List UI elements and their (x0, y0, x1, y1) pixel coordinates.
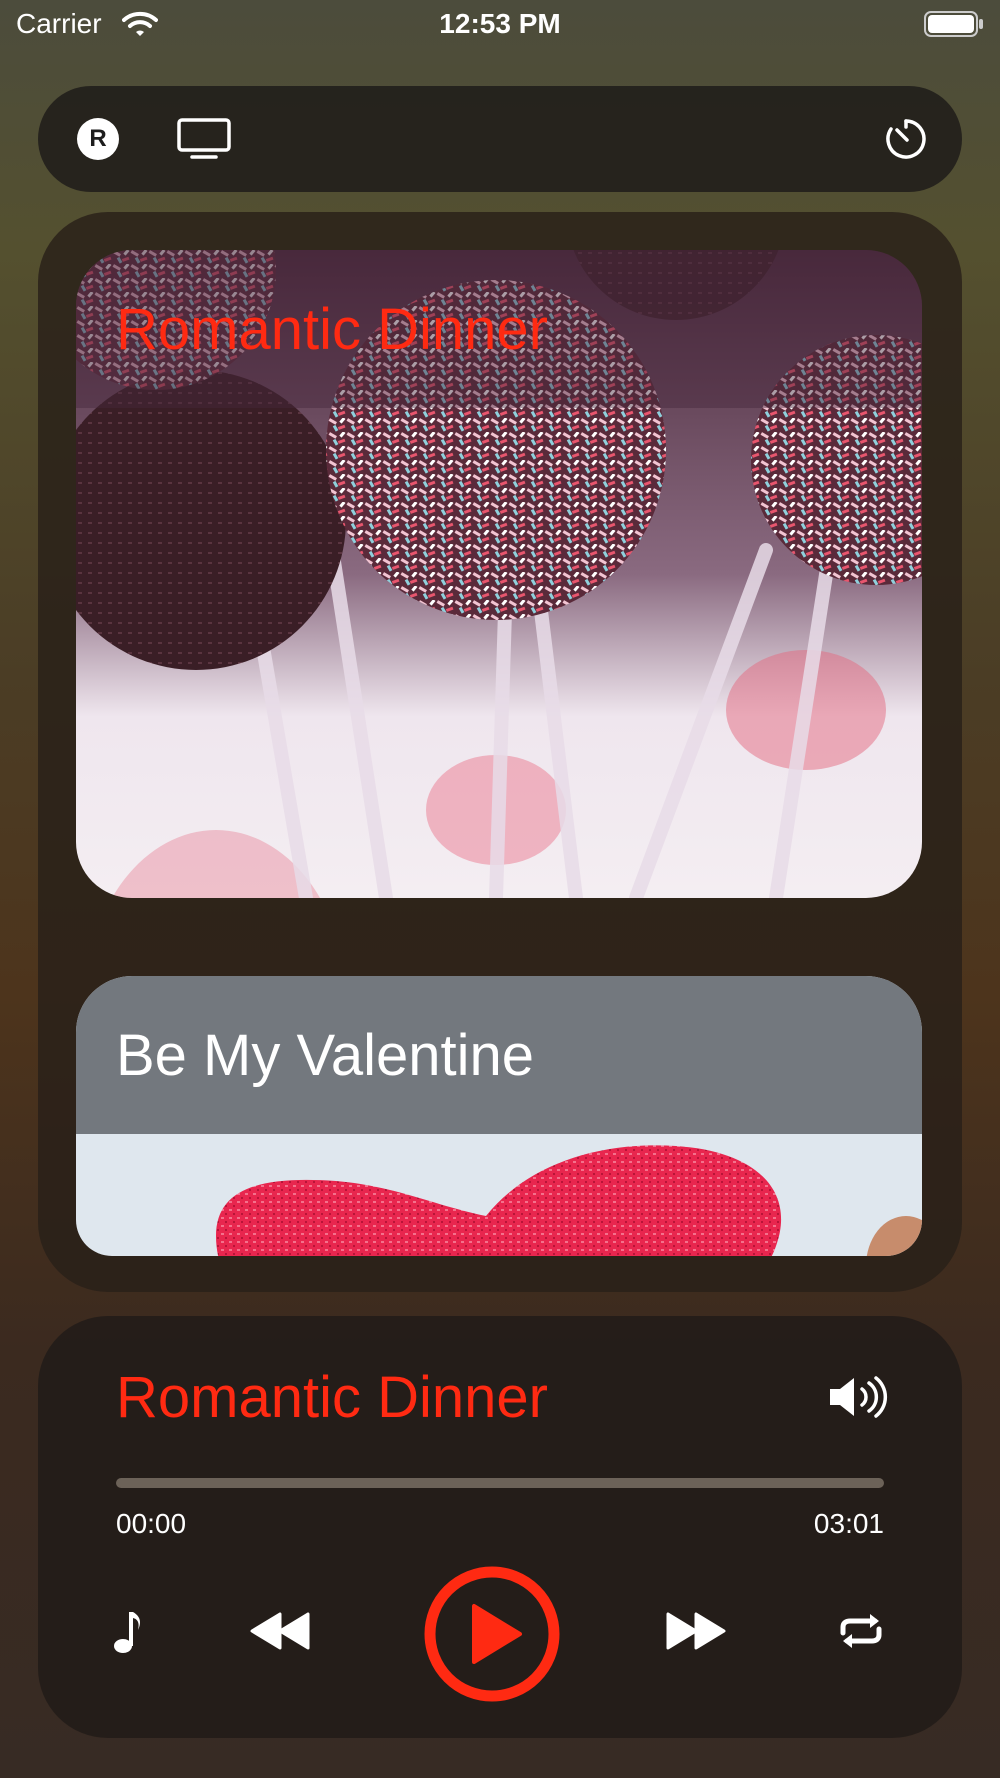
sleep-timer-button[interactable] (882, 86, 930, 192)
rewind-button[interactable] (250, 1608, 310, 1654)
play-icon (424, 1566, 560, 1702)
total-time: 03:01 (813, 1508, 884, 1539)
playlist-scroll[interactable]: Romantic Dinner Be My Valentine (76, 250, 922, 1256)
rewind-icon (250, 1612, 310, 1650)
playlist-item-be-my-valentine[interactable]: Be My Valentine (76, 976, 922, 1256)
playlist-item-title-bar: Romantic Dinner (76, 250, 922, 408)
r-logo-icon: R (77, 118, 119, 160)
playlist-item-title-bar: Be My Valentine (76, 976, 922, 1134)
playlist-item-title: Romantic Dinner (116, 296, 548, 362)
tv-icon (177, 118, 231, 159)
repeat-button[interactable] (836, 1608, 886, 1654)
top-toolbar: R (38, 86, 962, 192)
battery-icon (924, 11, 983, 37)
status-bar: Carrier 12:53 PM (0, 0, 1000, 52)
playlist-panel: Romantic Dinner Be My Valentine (38, 212, 962, 1292)
playlist-item-romantic-dinner[interactable]: Romantic Dinner (76, 250, 922, 898)
fast-forward-button[interactable] (666, 1608, 726, 1654)
timer-icon (886, 119, 926, 159)
elapsed-time: 00:00 (116, 1508, 187, 1539)
repeat-icon (840, 1614, 882, 1648)
status-time: 12:53 PM (439, 8, 561, 39)
now-playing-title: Romantic Dinner (116, 1365, 548, 1430)
fast-forward-icon (666, 1612, 726, 1650)
music-note-icon (114, 1612, 141, 1653)
tv-button[interactable] (174, 86, 234, 192)
volume-icon[interactable] (826, 1374, 888, 1420)
music-button[interactable] (104, 1606, 152, 1658)
player-panel: Romantic Dinner 00:00 03:01 (38, 1316, 962, 1738)
progress-bar[interactable] (116, 1478, 884, 1488)
play-button[interactable] (422, 1564, 562, 1704)
r-logo-button[interactable]: R (76, 86, 120, 192)
playlist-item-title: Be My Valentine (116, 1022, 535, 1088)
